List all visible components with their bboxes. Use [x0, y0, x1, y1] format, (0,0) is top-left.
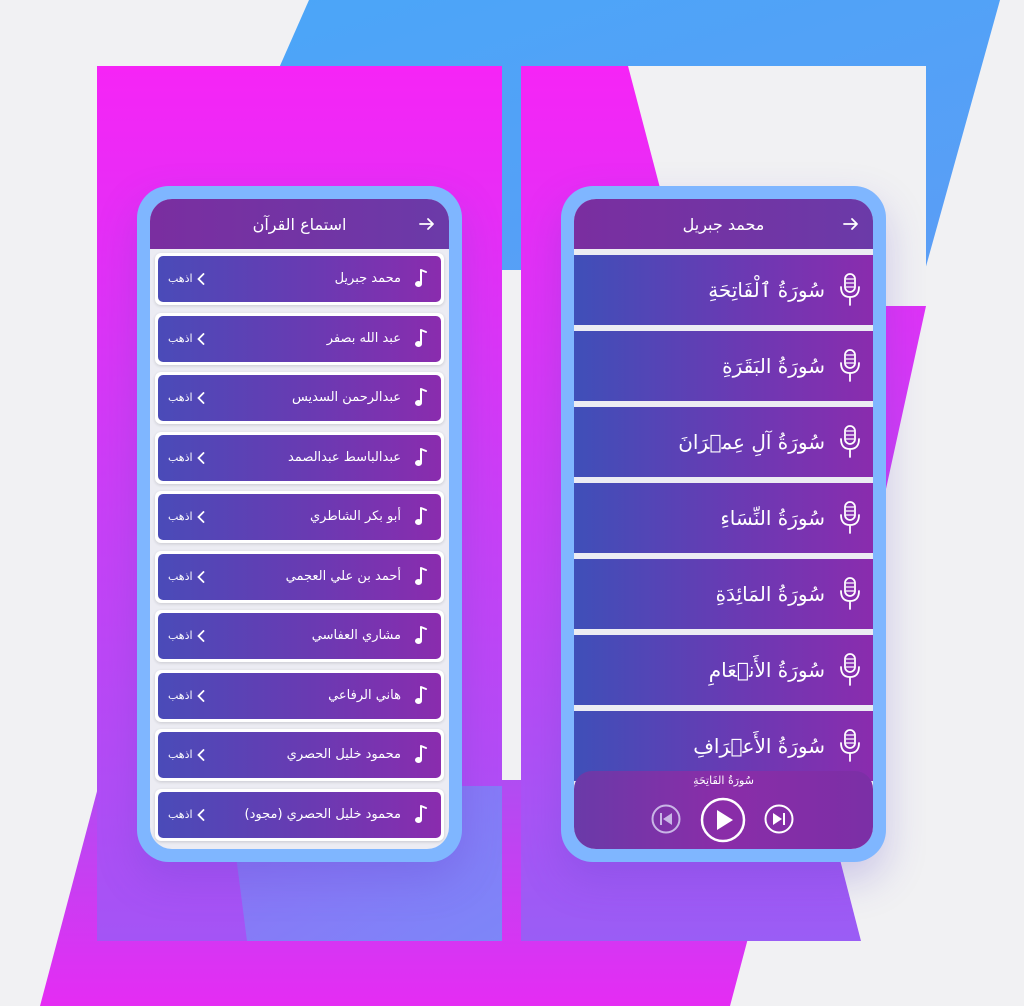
surah-name: سُورَةُ المَائِدَةِ	[715, 582, 825, 606]
left-panel: استماع القرآن محمد جبريل اذهب عبد الله ب…	[97, 66, 502, 941]
go-button[interactable]: اذهب	[168, 613, 205, 659]
music-note-icon	[413, 745, 429, 765]
go-label: اذهب	[168, 629, 193, 642]
microphone-icon	[839, 425, 861, 459]
reciter-item[interactable]: أحمد بن علي العجمي اذهب	[155, 550, 444, 603]
go-label: اذهب	[168, 807, 193, 821]
back-arrow-icon[interactable]	[841, 214, 861, 234]
surah-name: سُورَةُ الأَنۡعَامِ	[708, 658, 825, 682]
reciter-item[interactable]: محمود خليل الحصري اذهب	[155, 729, 444, 781]
app-header: استماع القرآن	[150, 199, 449, 249]
surah-item[interactable]: سُورَةُ الأَنۡعَامِ	[574, 635, 873, 705]
reciter-item[interactable]: عبدالرحمن السديس اذهب	[155, 372, 444, 424]
left-phone-screen: استماع القرآن محمد جبريل اذهب عبد الله ب…	[150, 199, 449, 849]
chevron-left-icon	[196, 570, 204, 583]
chevron-left-icon	[196, 808, 204, 821]
previous-track-button[interactable]	[651, 804, 681, 834]
right-phone-screen: محمد جبريل سُورَةُ ٱلْفَاتِحَةِ سُورَةُ …	[574, 199, 873, 849]
reciter-name: عبد الله بصفر	[326, 330, 401, 346]
chevron-left-icon	[196, 630, 204, 642]
right-phone: محمد جبريل سُورَةُ ٱلْفَاتِحَةِ سُورَةُ …	[561, 186, 886, 862]
go-label: اذهب	[168, 450, 193, 464]
music-note-icon	[413, 626, 429, 646]
microphone-icon	[839, 729, 861, 763]
go-label: اذهب	[168, 391, 193, 404]
reciter-item[interactable]: عبدالباسط عبدالصمد اذهب	[155, 431, 444, 484]
chevron-left-icon	[196, 511, 204, 523]
reciter-item[interactable]: هاني الرفاعي اذهب	[155, 669, 444, 722]
go-label: اذهب	[168, 272, 193, 285]
music-note-icon	[413, 566, 429, 587]
surah-name: سُورَةُ النِّسَاءِ	[720, 506, 825, 530]
reciter-name: عبدالرحمن السديس	[291, 390, 401, 405]
reciter-name: مشاري العفاسي	[311, 628, 401, 643]
page-title: محمد جبريل	[682, 214, 765, 234]
back-arrow-icon[interactable]	[417, 214, 437, 234]
reciter-name: عبدالباسط عبدالصمد	[287, 449, 401, 465]
surah-name: سُورَةُ ٱلْفَاتِحَةِ	[708, 278, 825, 302]
chevron-left-icon	[196, 273, 204, 285]
music-note-icon	[413, 328, 429, 349]
page-title: استماع القرآن	[252, 214, 347, 234]
left-phone: استماع القرآن محمد جبريل اذهب عبد الله ب…	[137, 186, 462, 862]
microphone-icon	[839, 273, 861, 307]
now-playing-title: سُورَةُ الفَاتِحَةِ	[693, 774, 754, 787]
go-button[interactable]: اذهب	[168, 316, 205, 362]
go-label: اذهب	[168, 331, 193, 345]
microphone-icon	[839, 501, 861, 535]
reciter-name: محمود خليل الحصري	[286, 747, 401, 762]
chevron-left-icon	[196, 332, 204, 345]
reciter-item[interactable]: محمود خليل الحصري (مجود) اذهب	[155, 788, 444, 841]
surah-item[interactable]: سُورَةُ ٱلْفَاتِحَةِ	[574, 255, 873, 325]
chevron-left-icon	[196, 749, 204, 761]
reciter-name: أحمد بن علي العجمي	[285, 568, 401, 584]
surah-item[interactable]: سُورَةُ آلِ عِمۡرَانَ	[574, 407, 873, 477]
reciter-name: هاني الرفاعي	[328, 687, 401, 703]
music-note-icon	[413, 507, 429, 527]
music-note-icon	[413, 804, 429, 825]
go-label: اذهب	[168, 688, 193, 702]
right-panel: محمد جبريل سُورَةُ ٱلْفَاتِحَةِ سُورَةُ …	[521, 66, 926, 941]
reciter-name: محمود خليل الحصري (مجود)	[244, 806, 401, 822]
reciter-item[interactable]: أبو بكر الشاطري اذهب	[155, 491, 444, 543]
chevron-left-icon	[196, 689, 204, 702]
go-button[interactable]: اذهب	[168, 732, 205, 778]
chevron-left-icon	[196, 451, 204, 464]
go-button[interactable]: اذهب	[168, 375, 205, 421]
go-label: اذهب	[168, 569, 193, 583]
go-button[interactable]: اذهب	[168, 256, 205, 302]
reciter-name: محمد جبريل	[334, 271, 401, 286]
reciter-item[interactable]: مشاري العفاسي اذهب	[155, 610, 444, 662]
go-button[interactable]: اذهب	[168, 554, 205, 600]
music-note-icon	[413, 269, 429, 289]
surah-item[interactable]: سُورَةُ المَائِدَةِ	[574, 559, 873, 629]
music-note-icon	[413, 388, 429, 408]
next-track-button[interactable]	[764, 804, 794, 834]
reciter-name: أبو بكر الشاطري	[309, 509, 401, 524]
surah-item[interactable]: سُورَةُ النِّسَاءِ	[574, 483, 873, 553]
go-button[interactable]: اذهب	[168, 792, 205, 838]
music-note-icon	[413, 685, 429, 706]
go-label: اذهب	[168, 748, 193, 761]
reciter-item[interactable]: عبد الله بصفر اذهب	[155, 312, 444, 365]
go-label: اذهب	[168, 510, 193, 523]
chevron-left-icon	[196, 392, 204, 404]
surah-name: سُورَةُ البَقَرَةِ	[722, 354, 825, 378]
microphone-icon	[839, 349, 861, 383]
microphone-icon	[839, 577, 861, 611]
music-note-icon	[413, 447, 429, 468]
go-button[interactable]: اذهب	[168, 494, 205, 540]
app-header: محمد جبريل	[574, 199, 873, 249]
go-button[interactable]: اذهب	[168, 435, 205, 481]
surah-item[interactable]: سُورَةُ البَقَرَةِ	[574, 331, 873, 401]
reciter-item[interactable]: محمد جبريل اذهب	[155, 253, 444, 305]
play-button[interactable]	[700, 797, 746, 843]
audio-player: سُورَةُ الفَاتِحَةِ	[574, 771, 873, 849]
surah-name: سُورَةُ آلِ عِمۡرَانَ	[678, 430, 825, 454]
microphone-icon	[839, 653, 861, 687]
go-button[interactable]: اذهب	[168, 673, 205, 719]
